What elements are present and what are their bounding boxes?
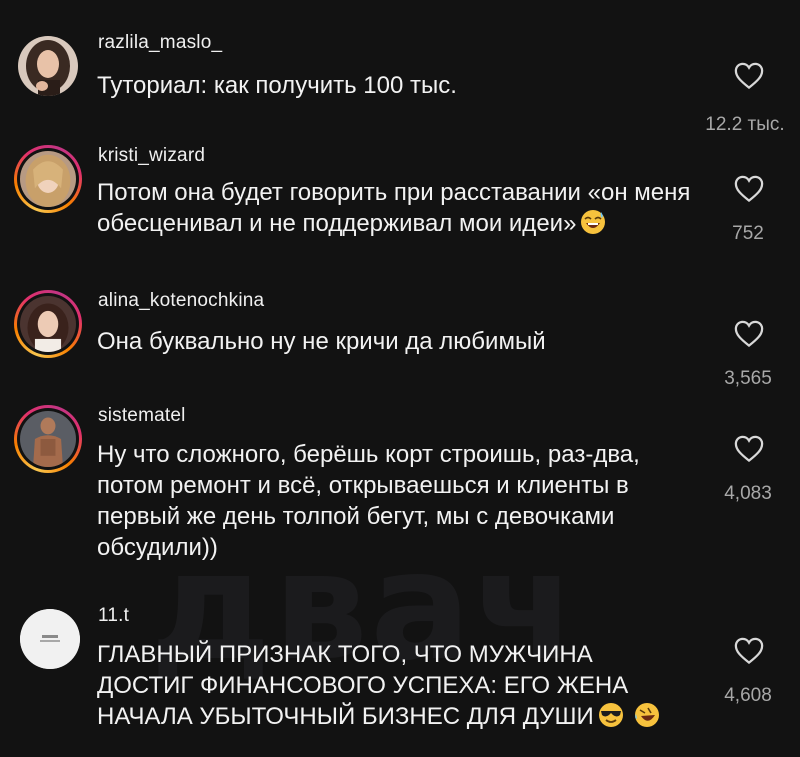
like-count: 3,565 <box>724 368 772 389</box>
avatar-photo <box>20 609 80 669</box>
heart-icon[interactable] <box>734 435 764 463</box>
sunglasses-emoji <box>598 702 624 728</box>
avatar[interactable] <box>14 32 82 100</box>
avatar-photo <box>18 36 78 96</box>
comment-username[interactable]: sistematel <box>98 405 186 427</box>
comment-text: Потом она будет говорить при расставании… <box>97 179 691 237</box>
avatar-photo <box>20 296 76 352</box>
heart-icon[interactable] <box>734 637 764 665</box>
heart-icon[interactable] <box>734 62 764 90</box>
comment-text: Она буквально ну не кричи да любимый <box>97 328 546 355</box>
rolling-laughing-emoji <box>634 702 660 728</box>
heart-icon[interactable] <box>734 320 764 348</box>
avatar[interactable] <box>14 290 82 358</box>
avatar-photo <box>20 411 76 467</box>
avatar[interactable] <box>14 145 82 213</box>
comment-username[interactable]: razlila_maslo_ <box>98 32 222 54</box>
laughing-sweat-emoji <box>580 209 606 235</box>
like-count: 4,083 <box>724 483 772 504</box>
avatar[interactable] <box>14 405 82 473</box>
comment-text: ГЛАВНЫЙ ПРИЗНАК ТОГО, ЧТО МУЖЧИНА ДОСТИГ… <box>97 639 687 732</box>
heart-icon[interactable] <box>734 175 764 203</box>
like-count: 752 <box>732 223 764 244</box>
comment-username[interactable]: 11.t <box>98 605 129 627</box>
comment-text: Ну что сложного, берёшь корт строишь, ра… <box>97 441 640 561</box>
comment-text: Туториал: как получить 100 тыс. <box>97 72 457 99</box>
comment-username[interactable]: alina_kotenochkina <box>98 290 264 312</box>
comment-username[interactable]: kristi_wizard <box>98 145 205 167</box>
like-count: 4,608 <box>724 685 772 706</box>
like-count: 12.2 тыс. <box>705 114 785 135</box>
avatar[interactable] <box>16 605 84 673</box>
avatar-photo <box>20 151 76 207</box>
